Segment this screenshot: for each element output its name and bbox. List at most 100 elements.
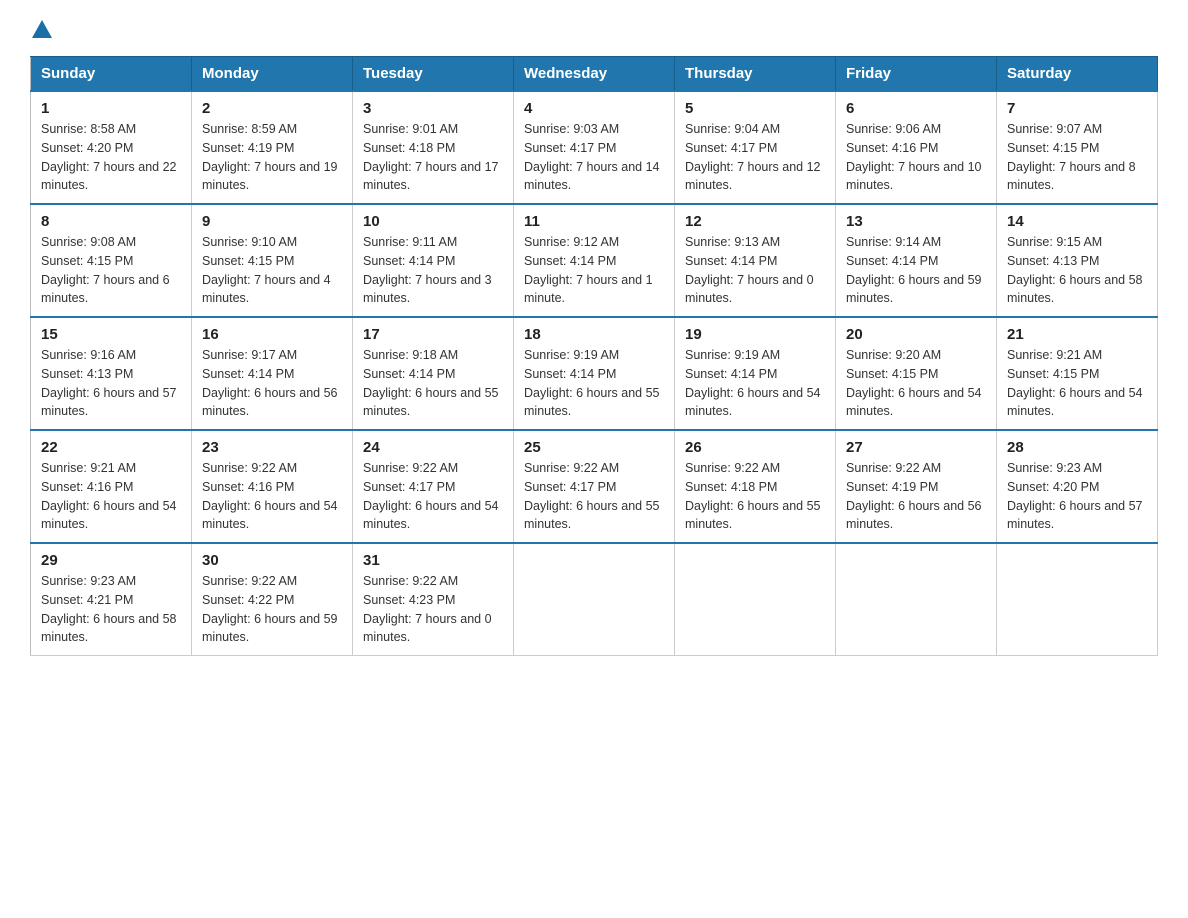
day-info: Sunrise: 9:22 AMSunset: 4:17 PMDaylight:…: [363, 461, 499, 531]
day-number: 11: [524, 213, 664, 230]
day-number: 24: [363, 439, 503, 456]
day-number: 19: [685, 326, 825, 343]
day-info: Sunrise: 9:12 AMSunset: 4:14 PMDaylight:…: [524, 235, 653, 305]
day-number: 17: [363, 326, 503, 343]
calendar-cell: 15 Sunrise: 9:16 AMSunset: 4:13 PMDaylig…: [31, 317, 192, 430]
day-info: Sunrise: 9:21 AMSunset: 4:16 PMDaylight:…: [41, 461, 177, 531]
header-friday: Friday: [836, 57, 997, 92]
day-number: 29: [41, 552, 181, 569]
calendar-cell: 12 Sunrise: 9:13 AMSunset: 4:14 PMDaylig…: [675, 204, 836, 317]
day-number: 14: [1007, 213, 1147, 230]
calendar-table: SundayMondayTuesdayWednesdayThursdayFrid…: [30, 56, 1158, 656]
day-info: Sunrise: 9:07 AMSunset: 4:15 PMDaylight:…: [1007, 122, 1136, 192]
day-info: Sunrise: 8:59 AMSunset: 4:19 PMDaylight:…: [202, 122, 338, 192]
day-info: Sunrise: 9:21 AMSunset: 4:15 PMDaylight:…: [1007, 348, 1143, 418]
day-info: Sunrise: 9:04 AMSunset: 4:17 PMDaylight:…: [685, 122, 821, 192]
day-info: Sunrise: 9:17 AMSunset: 4:14 PMDaylight:…: [202, 348, 338, 418]
day-number: 9: [202, 213, 342, 230]
calendar-cell: 20 Sunrise: 9:20 AMSunset: 4:15 PMDaylig…: [836, 317, 997, 430]
day-info: Sunrise: 9:22 AMSunset: 4:18 PMDaylight:…: [685, 461, 821, 531]
day-info: Sunrise: 9:22 AMSunset: 4:16 PMDaylight:…: [202, 461, 338, 531]
calendar-cell: [997, 543, 1158, 656]
calendar-cell: 9 Sunrise: 9:10 AMSunset: 4:15 PMDayligh…: [192, 204, 353, 317]
header-saturday: Saturday: [997, 57, 1158, 92]
day-number: 6: [846, 100, 986, 117]
day-number: 28: [1007, 439, 1147, 456]
calendar-cell: 18 Sunrise: 9:19 AMSunset: 4:14 PMDaylig…: [514, 317, 675, 430]
header-sunday: Sunday: [31, 57, 192, 92]
day-number: 2: [202, 100, 342, 117]
day-number: 1: [41, 100, 181, 117]
day-number: 25: [524, 439, 664, 456]
day-info: Sunrise: 9:14 AMSunset: 4:14 PMDaylight:…: [846, 235, 982, 305]
day-info: Sunrise: 9:19 AMSunset: 4:14 PMDaylight:…: [524, 348, 660, 418]
calendar-cell: 17 Sunrise: 9:18 AMSunset: 4:14 PMDaylig…: [353, 317, 514, 430]
day-number: 26: [685, 439, 825, 456]
logo-triangle-icon: [32, 20, 52, 38]
day-info: Sunrise: 9:18 AMSunset: 4:14 PMDaylight:…: [363, 348, 499, 418]
day-info: Sunrise: 9:13 AMSunset: 4:14 PMDaylight:…: [685, 235, 814, 305]
calendar-cell: 5 Sunrise: 9:04 AMSunset: 4:17 PMDayligh…: [675, 91, 836, 204]
header-wednesday: Wednesday: [514, 57, 675, 92]
calendar-header-row: SundayMondayTuesdayWednesdayThursdayFrid…: [31, 57, 1158, 92]
day-info: Sunrise: 8:58 AMSunset: 4:20 PMDaylight:…: [41, 122, 177, 192]
calendar-cell: 13 Sunrise: 9:14 AMSunset: 4:14 PMDaylig…: [836, 204, 997, 317]
day-info: Sunrise: 9:23 AMSunset: 4:21 PMDaylight:…: [41, 574, 177, 644]
calendar-cell: 29 Sunrise: 9:23 AMSunset: 4:21 PMDaylig…: [31, 543, 192, 656]
day-number: 16: [202, 326, 342, 343]
day-info: Sunrise: 9:01 AMSunset: 4:18 PMDaylight:…: [363, 122, 499, 192]
day-number: 7: [1007, 100, 1147, 117]
day-number: 4: [524, 100, 664, 117]
calendar-week-5: 29 Sunrise: 9:23 AMSunset: 4:21 PMDaylig…: [31, 543, 1158, 656]
calendar-week-2: 8 Sunrise: 9:08 AMSunset: 4:15 PMDayligh…: [31, 204, 1158, 317]
calendar-week-1: 1 Sunrise: 8:58 AMSunset: 4:20 PMDayligh…: [31, 91, 1158, 204]
calendar-week-3: 15 Sunrise: 9:16 AMSunset: 4:13 PMDaylig…: [31, 317, 1158, 430]
day-number: 31: [363, 552, 503, 569]
day-info: Sunrise: 9:16 AMSunset: 4:13 PMDaylight:…: [41, 348, 177, 418]
calendar-cell: 10 Sunrise: 9:11 AMSunset: 4:14 PMDaylig…: [353, 204, 514, 317]
day-info: Sunrise: 9:22 AMSunset: 4:23 PMDaylight:…: [363, 574, 492, 644]
day-number: 3: [363, 100, 503, 117]
day-info: Sunrise: 9:22 AMSunset: 4:17 PMDaylight:…: [524, 461, 660, 531]
day-number: 27: [846, 439, 986, 456]
day-info: Sunrise: 9:15 AMSunset: 4:13 PMDaylight:…: [1007, 235, 1143, 305]
day-info: Sunrise: 9:19 AMSunset: 4:14 PMDaylight:…: [685, 348, 821, 418]
calendar-cell: 23 Sunrise: 9:22 AMSunset: 4:16 PMDaylig…: [192, 430, 353, 543]
day-number: 5: [685, 100, 825, 117]
calendar-week-4: 22 Sunrise: 9:21 AMSunset: 4:16 PMDaylig…: [31, 430, 1158, 543]
day-number: 8: [41, 213, 181, 230]
day-info: Sunrise: 9:23 AMSunset: 4:20 PMDaylight:…: [1007, 461, 1143, 531]
calendar-cell: 4 Sunrise: 9:03 AMSunset: 4:17 PMDayligh…: [514, 91, 675, 204]
calendar-cell: 3 Sunrise: 9:01 AMSunset: 4:18 PMDayligh…: [353, 91, 514, 204]
day-number: 13: [846, 213, 986, 230]
calendar-cell: [836, 543, 997, 656]
calendar-cell: 25 Sunrise: 9:22 AMSunset: 4:17 PMDaylig…: [514, 430, 675, 543]
day-number: 30: [202, 552, 342, 569]
calendar-cell: 6 Sunrise: 9:06 AMSunset: 4:16 PMDayligh…: [836, 91, 997, 204]
calendar-cell: 27 Sunrise: 9:22 AMSunset: 4:19 PMDaylig…: [836, 430, 997, 543]
calendar-cell: [675, 543, 836, 656]
day-info: Sunrise: 9:22 AMSunset: 4:22 PMDaylight:…: [202, 574, 338, 644]
calendar-cell: 31 Sunrise: 9:22 AMSunset: 4:23 PMDaylig…: [353, 543, 514, 656]
calendar-cell: 16 Sunrise: 9:17 AMSunset: 4:14 PMDaylig…: [192, 317, 353, 430]
day-number: 23: [202, 439, 342, 456]
header-monday: Monday: [192, 57, 353, 92]
logo: [30, 20, 54, 38]
day-number: 18: [524, 326, 664, 343]
day-number: 21: [1007, 326, 1147, 343]
calendar-cell: 19 Sunrise: 9:19 AMSunset: 4:14 PMDaylig…: [675, 317, 836, 430]
calendar-cell: 26 Sunrise: 9:22 AMSunset: 4:18 PMDaylig…: [675, 430, 836, 543]
calendar-cell: 1 Sunrise: 8:58 AMSunset: 4:20 PMDayligh…: [31, 91, 192, 204]
day-number: 22: [41, 439, 181, 456]
calendar-cell: 30 Sunrise: 9:22 AMSunset: 4:22 PMDaylig…: [192, 543, 353, 656]
day-info: Sunrise: 9:20 AMSunset: 4:15 PMDaylight:…: [846, 348, 982, 418]
calendar-cell: 24 Sunrise: 9:22 AMSunset: 4:17 PMDaylig…: [353, 430, 514, 543]
header-tuesday: Tuesday: [353, 57, 514, 92]
header-thursday: Thursday: [675, 57, 836, 92]
day-number: 10: [363, 213, 503, 230]
day-number: 20: [846, 326, 986, 343]
calendar-cell: 21 Sunrise: 9:21 AMSunset: 4:15 PMDaylig…: [997, 317, 1158, 430]
calendar-cell: 2 Sunrise: 8:59 AMSunset: 4:19 PMDayligh…: [192, 91, 353, 204]
page-header: [30, 20, 1158, 38]
calendar-cell: 11 Sunrise: 9:12 AMSunset: 4:14 PMDaylig…: [514, 204, 675, 317]
